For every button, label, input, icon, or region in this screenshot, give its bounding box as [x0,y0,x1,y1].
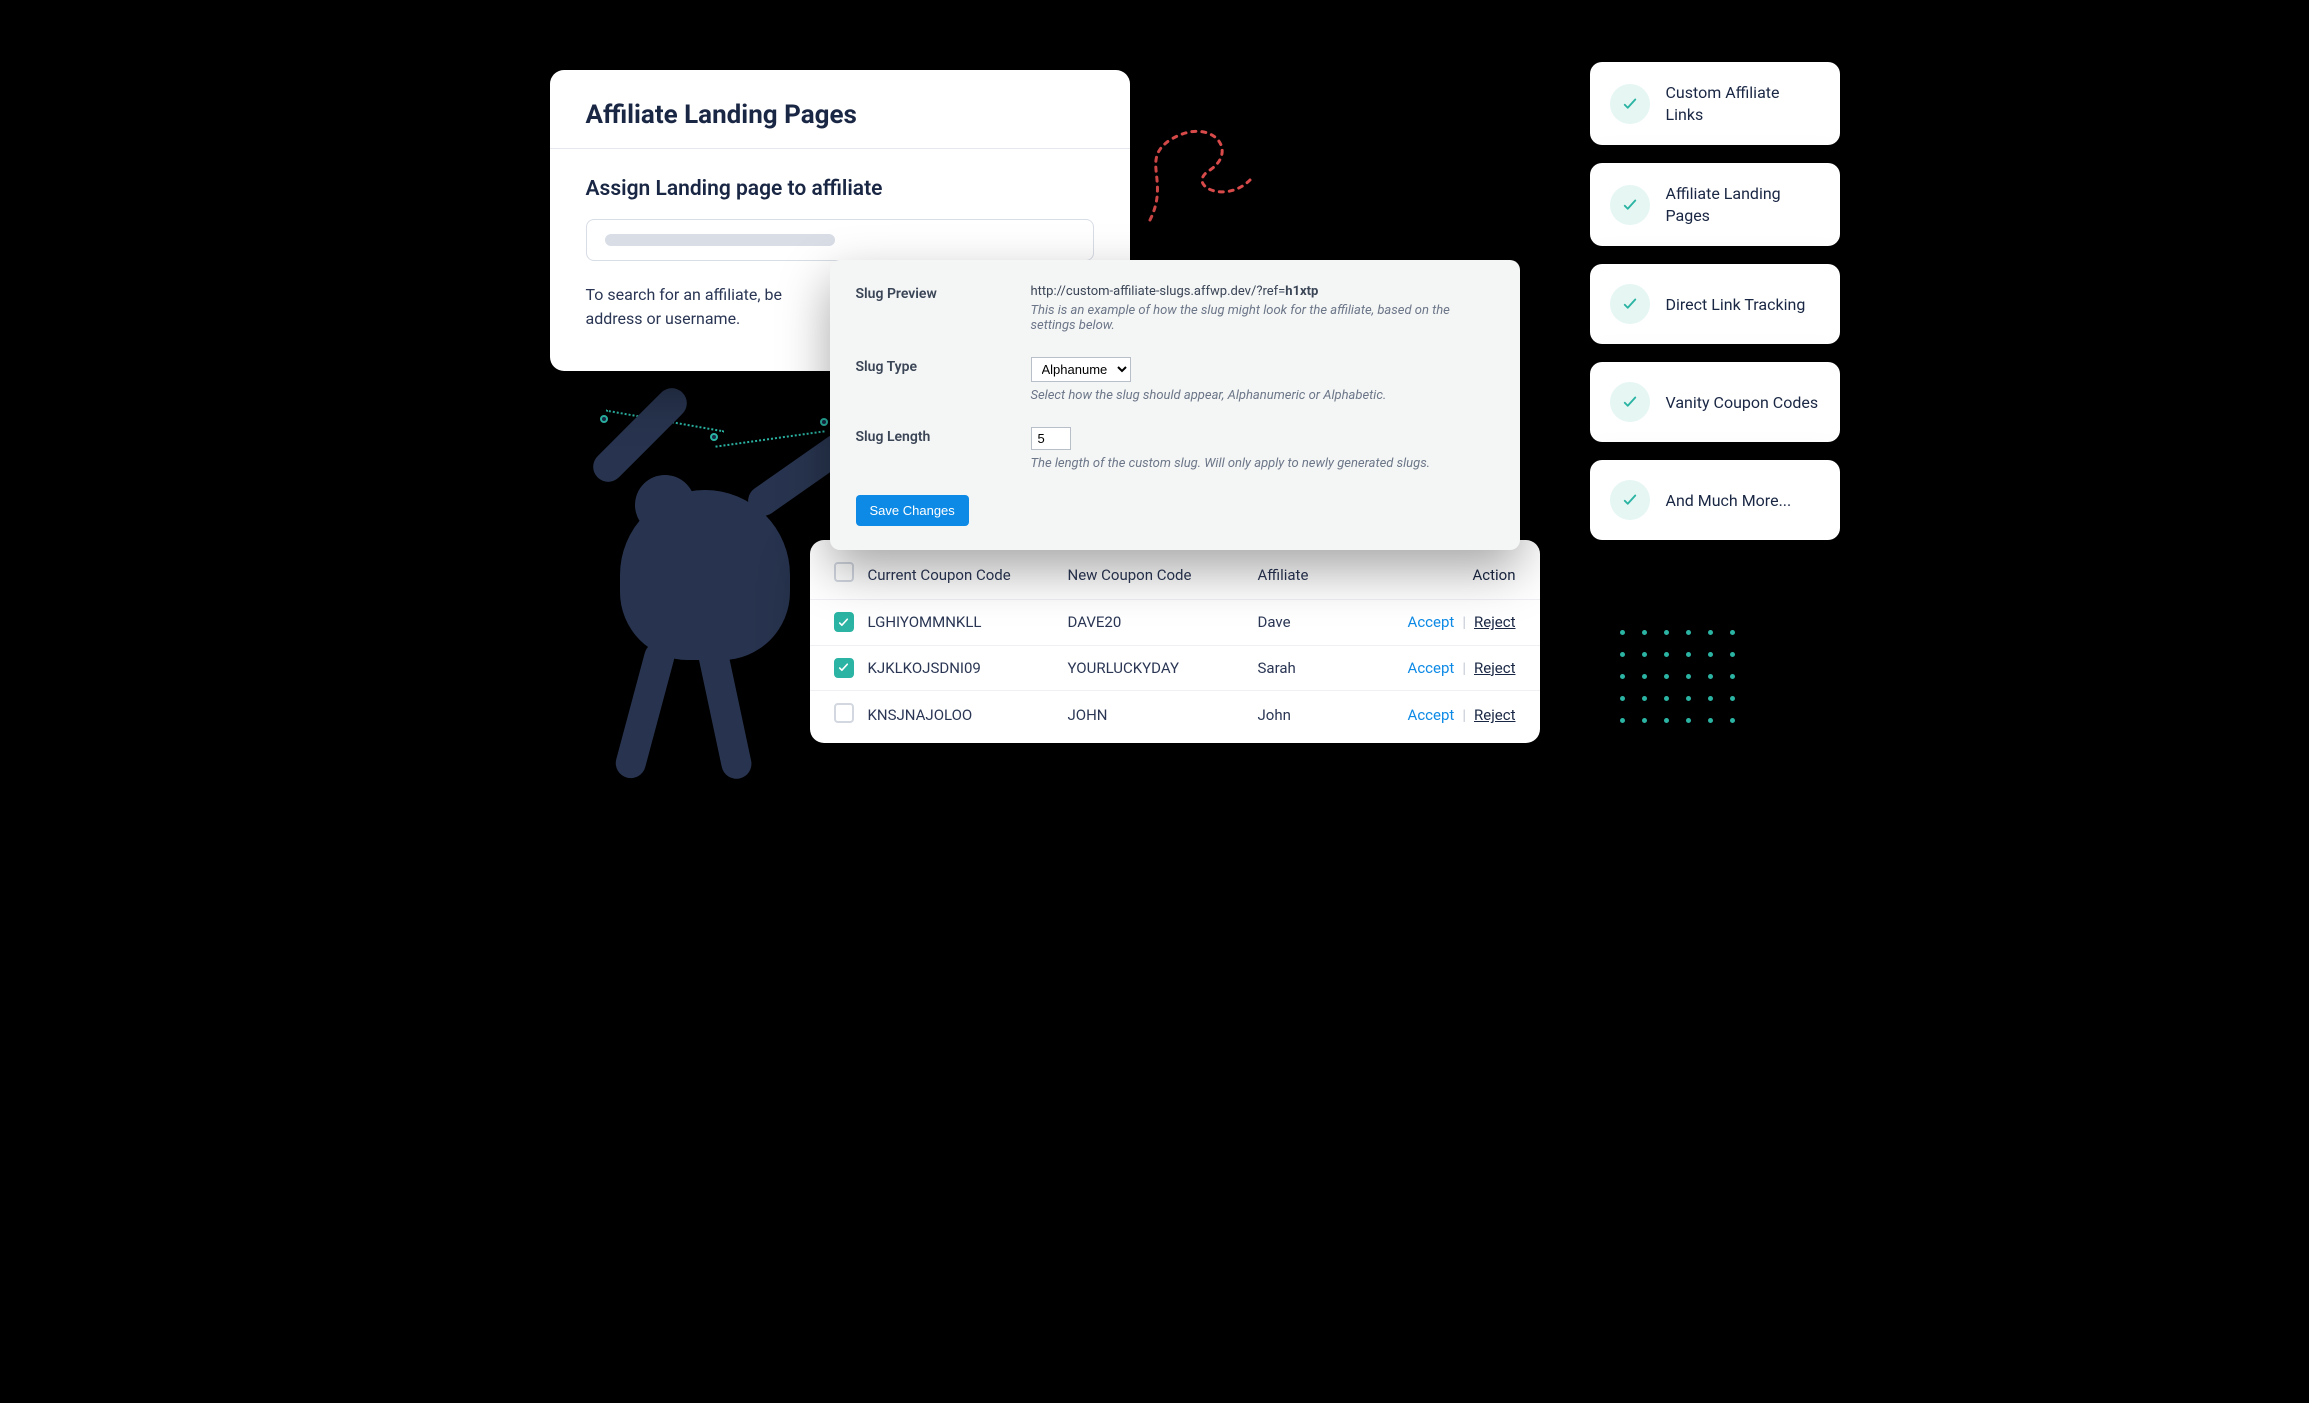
check-icon [1610,284,1650,324]
table-header-row: Current Coupon Code New Coupon Code Affi… [810,550,1540,600]
slug-length-desc: The length of the custom slug. Will only… [1031,456,1494,471]
check-icon [1610,185,1650,225]
col-new: New Coupon Code [1068,566,1258,584]
landing-subtitle: Assign Landing page to affiliate [586,177,1094,201]
reject-link[interactable]: Reject [1474,613,1516,631]
feature-label: Vanity Coupon Codes [1666,392,1819,414]
coupon-approval-table: Current Coupon Code New Coupon Code Affi… [810,540,1540,743]
feature-card: Affiliate Landing Pages [1590,163,1840,246]
decorative-illustration [520,390,850,790]
features-list: Custom Affiliate Links Affiliate Landing … [1590,62,1840,558]
new-code: YOURLUCKYDAY [1068,659,1258,677]
reject-link[interactable]: Reject [1474,706,1516,724]
slug-preview-desc: This is an example of how the slug might… [1031,303,1494,333]
row-checkbox[interactable] [834,612,854,632]
affiliate-name: John [1258,706,1378,724]
decorative-dots [1620,630,1740,730]
feature-card: And Much More... [1590,460,1840,540]
slug-settings-panel: Slug Preview http://custom-affiliate-slu… [830,260,1520,550]
check-icon [1610,480,1650,520]
accept-link[interactable]: Accept [1408,613,1455,631]
row-checkbox[interactable] [834,703,854,723]
check-icon [1610,382,1650,422]
slug-preview-url: http://custom-affiliate-slugs.affwp.dev/… [1031,284,1494,299]
feature-card: Vanity Coupon Codes [1590,362,1840,442]
affiliate-search-input[interactable] [586,219,1094,261]
table-row: LGHIYOMMNKLLDAVE20DaveAccept|Reject [810,600,1540,646]
col-action: Action [1378,566,1516,584]
current-code: KNSJNAJOLOO [868,706,1068,724]
affiliate-name: Dave [1258,613,1378,631]
slug-preview-label: Slug Preview [856,284,1031,302]
slug-type-desc: Select how the slug should appear, Alpha… [1031,388,1494,403]
new-code: JOHN [1068,706,1258,724]
slug-length-input[interactable] [1031,427,1071,450]
slug-type-select[interactable]: Alphanumeric [1031,357,1131,382]
feature-card: Custom Affiliate Links [1590,62,1840,145]
col-current: Current Coupon Code [868,566,1068,584]
current-code: KJKLKOJSDNI09 [868,659,1068,677]
table-row: KNSJNAJOLOOJOHNJohnAccept|Reject [810,691,1540,739]
feature-label: And Much More... [1666,490,1792,512]
slug-length-label: Slug Length [856,427,1031,445]
accept-link[interactable]: Accept [1408,706,1455,724]
affiliate-name: Sarah [1258,659,1378,677]
reject-link[interactable]: Reject [1474,659,1516,677]
check-icon [1610,84,1650,124]
decorative-scribble [1130,110,1280,240]
save-changes-button[interactable]: Save Changes [856,495,969,526]
new-code: DAVE20 [1068,613,1258,631]
feature-label: Affiliate Landing Pages [1666,183,1820,226]
current-code: LGHIYOMMNKLL [868,613,1068,631]
select-all-checkbox[interactable] [834,562,854,582]
table-row: KJKLKOJSDNI09YOURLUCKYDAYSarahAccept|Rej… [810,646,1540,692]
accept-link[interactable]: Accept [1408,659,1455,677]
row-checkbox[interactable] [834,658,854,678]
slug-type-label: Slug Type [856,357,1031,375]
feature-label: Direct Link Tracking [1666,294,1806,316]
landing-title: Affiliate Landing Pages [586,100,1094,130]
feature-card: Direct Link Tracking [1590,264,1840,344]
feature-label: Custom Affiliate Links [1666,82,1820,125]
col-affiliate: Affiliate [1258,566,1378,584]
